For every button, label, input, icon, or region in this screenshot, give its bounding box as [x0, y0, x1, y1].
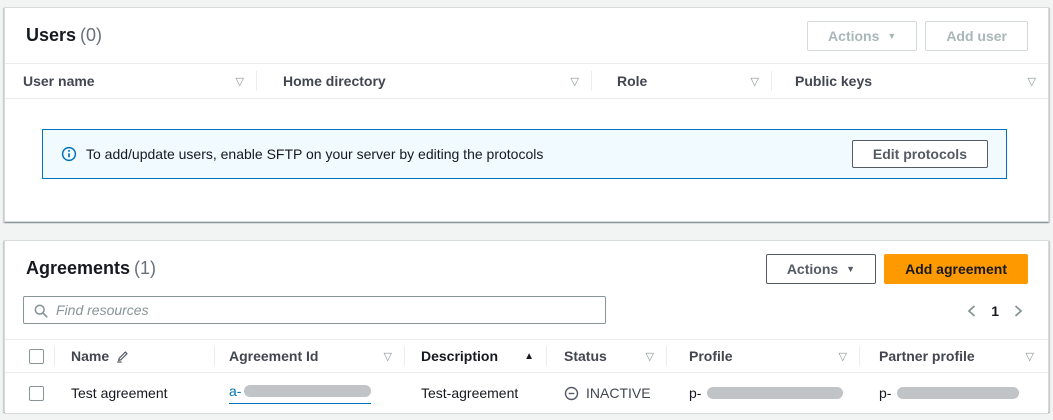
redacted-agreement-id: [244, 385, 371, 397]
sort-down-icon: ▽: [384, 350, 392, 363]
users-column-role[interactable]: Role ▽: [591, 64, 771, 98]
column-label: Profile: [689, 348, 733, 364]
agreements-column-agreement-id[interactable]: Agreement Id ▽: [214, 340, 404, 372]
caret-down-icon: ▼: [887, 32, 896, 41]
inactive-status-icon: [564, 386, 579, 401]
agreements-actions-button[interactable]: Actions ▼: [766, 254, 876, 284]
search-input[interactable]: [24, 297, 605, 323]
agreement-id-link[interactable]: a-: [229, 383, 371, 404]
page: Users(0) Actions ▼ Add user User name ▽ …: [0, 0, 1053, 420]
users-actions-button[interactable]: Actions ▼: [807, 21, 917, 51]
agreement-description: Test-agreement: [421, 385, 518, 401]
agreements-table-header: Name Agreement Id ▽ Description ▲: [5, 339, 1048, 373]
agreement-name-cell: Test agreement: [54, 373, 214, 413]
column-label: Home directory: [283, 73, 386, 89]
redacted-partner-profile-id: [897, 387, 1019, 399]
agreement-name: Test agreement: [71, 385, 168, 401]
column-label: User name: [23, 73, 95, 89]
pagination: 1: [964, 302, 1026, 320]
agreements-column-name[interactable]: Name: [54, 340, 214, 372]
caret-down-icon: ▼: [846, 265, 855, 274]
column-label: Description: [421, 348, 498, 364]
edit-protocols-label: Edit protocols: [873, 146, 967, 162]
agreement-description-cell: Test-agreement: [404, 373, 546, 413]
current-page[interactable]: 1: [991, 303, 999, 319]
table-row: Test agreement a- Test-agreement INAC: [5, 373, 1048, 413]
users-column-public-keys[interactable]: Public keys ▽: [771, 64, 1048, 98]
edit-protocols-button[interactable]: Edit protocols: [852, 140, 988, 168]
status-badge: INACTIVE: [586, 385, 651, 401]
select-all-checkbox[interactable]: [29, 349, 44, 364]
sort-down-icon: ▽: [236, 75, 244, 88]
column-label: Agreement Id: [229, 348, 318, 364]
sort-down-icon: ▽: [571, 75, 579, 88]
partner-profile-prefix: p-: [879, 385, 891, 401]
column-label: Name: [71, 348, 109, 364]
banner-text: To add/update users, enable SFTP on your…: [86, 146, 543, 162]
row-select-cell: [5, 373, 54, 413]
users-header-actions: Actions ▼ Add user: [807, 21, 1028, 51]
add-agreement-label: Add agreement: [905, 261, 1007, 277]
agreements-actions-label: Actions: [787, 261, 838, 277]
redacted-profile-id: [707, 387, 843, 399]
sort-down-icon: ▽: [1026, 350, 1034, 363]
agreements-column-partner-profile[interactable]: Partner profile ▽: [859, 340, 1048, 372]
search-box: [23, 296, 606, 324]
info-icon: [61, 146, 77, 162]
agreements-panel: Agreements(1) Actions ▼ Add agreement: [4, 240, 1049, 412]
row-checkbox[interactable]: [29, 386, 44, 401]
agreements-panel-title: Agreements(1): [26, 258, 156, 279]
add-user-label: Add user: [946, 28, 1007, 44]
sort-down-icon: ▽: [646, 350, 654, 363]
users-table-header: User name ▽ Home directory ▽ Role ▽ Publ…: [5, 63, 1048, 99]
sort-down-icon: ▽: [751, 75, 759, 88]
users-count: (0): [80, 25, 102, 45]
profile-prefix: p-: [689, 385, 701, 401]
agreements-toolbar: 1: [5, 296, 1048, 339]
agreement-profile-cell: p-: [666, 373, 859, 413]
agreements-panel-header: Agreements(1) Actions ▼ Add agreement: [5, 241, 1048, 296]
agreements-column-status[interactable]: Status ▽: [546, 340, 666, 372]
agreement-partner-profile-cell: p-: [859, 373, 1048, 413]
previous-page-button[interactable]: [964, 302, 979, 320]
agreement-id-cell: a-: [214, 373, 404, 413]
users-actions-label: Actions: [828, 28, 879, 44]
sort-down-icon: ▽: [839, 350, 847, 363]
users-empty-state: To add/update users, enable SFTP on your…: [5, 99, 1048, 179]
next-page-button[interactable]: [1011, 302, 1026, 320]
column-label: Status: [564, 348, 607, 364]
sort-ascending-icon: ▲: [524, 351, 534, 362]
users-column-home-directory[interactable]: Home directory ▽: [256, 64, 591, 98]
search-icon: [33, 303, 49, 319]
column-label: Partner profile: [879, 348, 975, 364]
column-label: Public keys: [795, 73, 872, 89]
agreements-column-profile[interactable]: Profile ▽: [666, 340, 859, 372]
users-title-text: Users: [26, 25, 76, 45]
agreements-header-actions: Actions ▼ Add agreement: [766, 254, 1028, 284]
agreement-id-prefix: a-: [229, 383, 241, 399]
agreements-title-text: Agreements: [26, 258, 130, 278]
edit-pencil-icon: [116, 350, 129, 363]
users-panel: Users(0) Actions ▼ Add user User name ▽ …: [4, 7, 1049, 222]
column-label: Role: [617, 73, 647, 89]
users-panel-title: Users(0): [26, 25, 102, 46]
select-all-cell: [5, 340, 54, 372]
users-column-user-name[interactable]: User name ▽: [5, 64, 256, 98]
agreement-status-cell: INACTIVE: [546, 373, 666, 413]
agreements-column-description[interactable]: Description ▲: [404, 340, 546, 372]
info-banner: To add/update users, enable SFTP on your…: [42, 129, 1007, 179]
agreements-count: (1): [134, 258, 156, 278]
add-agreement-button[interactable]: Add agreement: [884, 254, 1028, 284]
users-panel-header: Users(0) Actions ▼ Add user: [5, 8, 1048, 63]
add-user-button[interactable]: Add user: [925, 21, 1028, 51]
sort-down-icon: ▽: [1028, 75, 1036, 88]
